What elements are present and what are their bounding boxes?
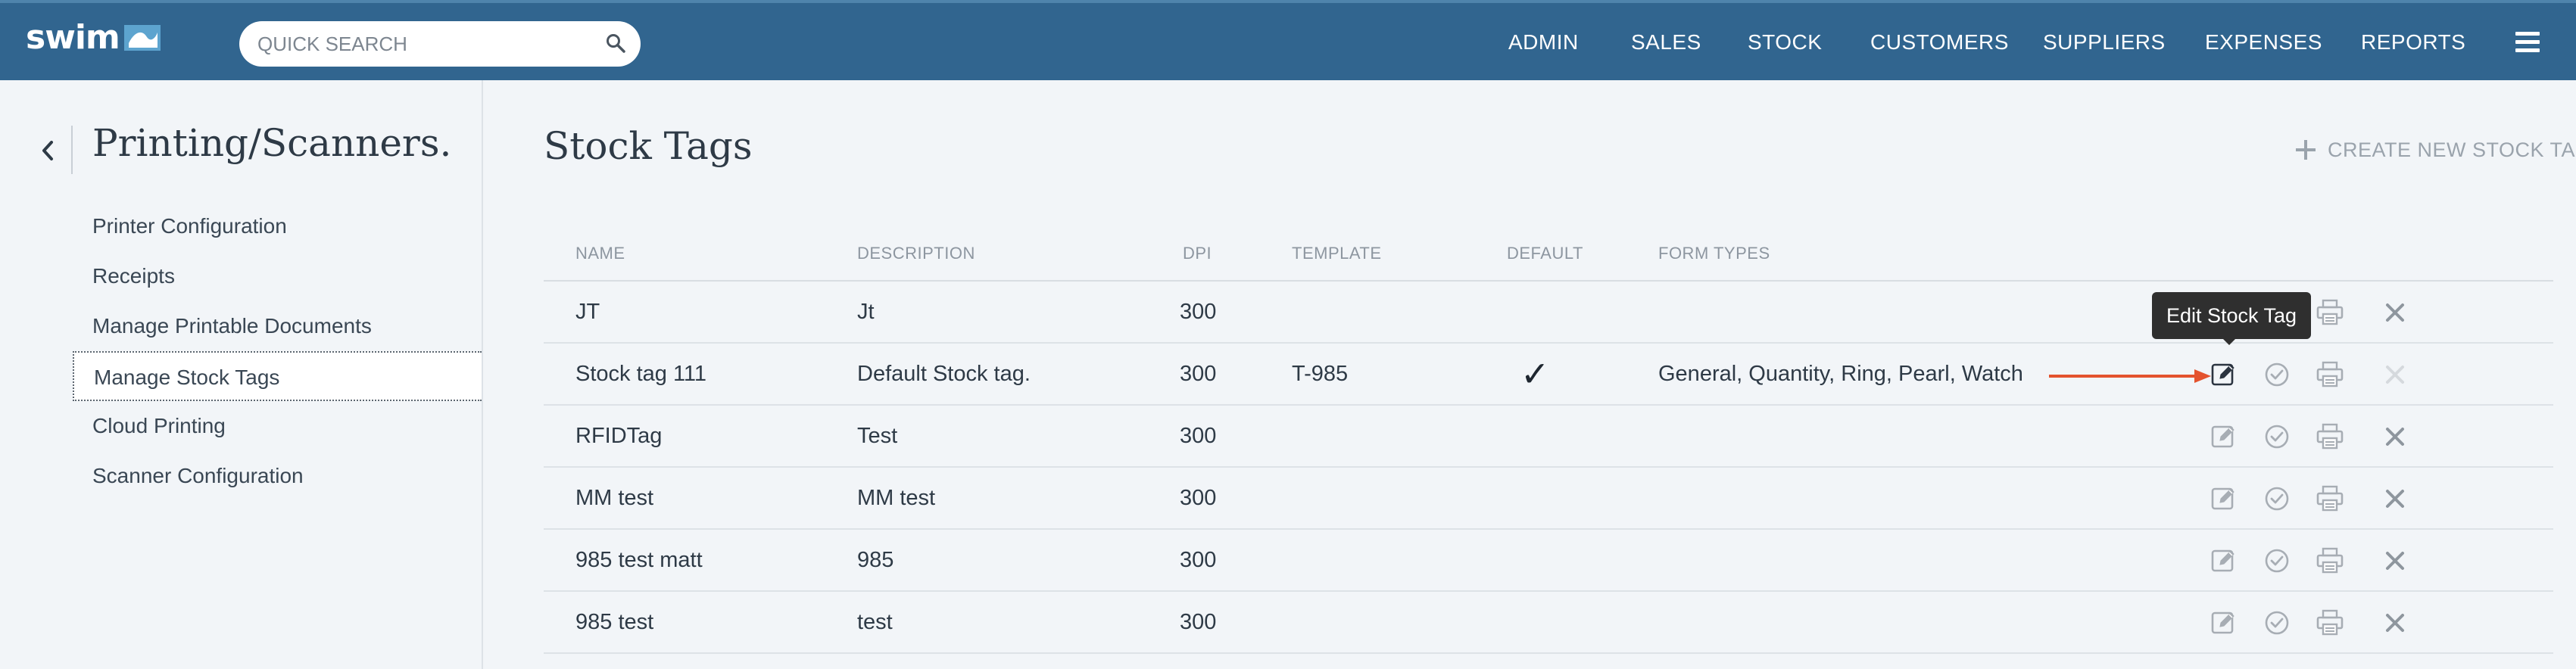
printer-icon[interactable]: [2316, 298, 2344, 327]
create-new-stock-tag-button[interactable]: CREATE NEW STOCK TAG: [2294, 135, 2576, 165]
edit-icon[interactable]: [2210, 546, 2238, 575]
cell-default: ✓: [1520, 353, 1550, 394]
check-circle-icon[interactable]: [2263, 546, 2291, 575]
printer-icon[interactable]: [2316, 360, 2344, 389]
cell-name: RFIDTag: [575, 424, 663, 448]
edit-icon[interactable]: [2210, 608, 2238, 637]
close-icon[interactable]: [2381, 608, 2409, 637]
plus-icon: [2296, 140, 2316, 160]
cell-name: JT: [575, 300, 600, 324]
sidebar-item-scanner-configuration[interactable]: Scanner Configuration: [73, 451, 482, 501]
page-title: Stock Tags: [544, 124, 753, 168]
swim-logo[interactable]: swim: [26, 18, 162, 57]
table-row[interactable]: MM test MM test 300: [544, 468, 2553, 530]
close-icon[interactable]: [2381, 360, 2409, 389]
top-navigation-bar: swim ADMIN SALES STOCK CUSTOMERS SUPPLIE…: [0, 0, 2576, 80]
printer-icon[interactable]: [2316, 484, 2344, 513]
edit-icon[interactable]: [2210, 360, 2238, 389]
cell-name: 985 test: [575, 610, 654, 634]
nav-reports[interactable]: REPORTS: [2361, 30, 2465, 54]
tooltip-pointer: [2222, 338, 2237, 345]
column-header-template[interactable]: TEMPLATE: [1292, 244, 1382, 263]
table-row[interactable]: RFIDTag Test 300: [544, 406, 2553, 468]
printer-icon[interactable]: [2316, 422, 2344, 451]
cell-template: T-985: [1292, 362, 1349, 386]
nav-admin[interactable]: ADMIN: [1508, 30, 1579, 54]
create-new-stock-tag-label: CREATE NEW STOCK TAG: [2328, 138, 2576, 161]
column-header-dpi[interactable]: DPI: [1183, 244, 1212, 263]
table-row[interactable]: 985 test matt 985 300: [544, 530, 2553, 592]
cell-dpi: 300: [1180, 548, 1217, 572]
column-header-name[interactable]: NAME: [575, 244, 625, 263]
printer-icon[interactable]: [2316, 608, 2344, 637]
check-circle-icon[interactable]: [2263, 484, 2291, 513]
cell-name: MM test: [575, 486, 654, 510]
nav-stock[interactable]: STOCK: [1748, 30, 1822, 54]
sidebar-title-divider: [71, 126, 73, 174]
close-icon[interactable]: [2381, 546, 2409, 575]
sidebar-item-receipts[interactable]: Receipts: [73, 251, 482, 301]
close-icon[interactable]: [2381, 422, 2409, 451]
column-header-form-types[interactable]: FORM TYPES: [1658, 244, 1770, 263]
quick-search-input[interactable]: [257, 21, 591, 67]
close-icon[interactable]: [2381, 298, 2409, 327]
edit-icon[interactable]: [2210, 484, 2238, 513]
cell-description: 985: [857, 548, 894, 572]
annotation-arrow-icon: [2049, 369, 2211, 383]
search-icon[interactable]: [604, 32, 627, 54]
cell-description: MM test: [857, 486, 936, 510]
cell-description: test: [857, 610, 893, 634]
logo-text: swim: [26, 18, 120, 57]
menu-hamburger-icon[interactable]: [2515, 32, 2540, 53]
row-divider: [544, 652, 2553, 654]
sidebar-item-manage-printable-documents[interactable]: Manage Printable Documents: [73, 301, 482, 351]
back-chevron-icon[interactable]: [35, 130, 61, 171]
column-header-default[interactable]: DEFAULT: [1507, 244, 1583, 263]
nav-suppliers[interactable]: SUPPLIERS: [2043, 30, 2166, 54]
table-row[interactable]: Stock tag 111 Default Stock tag. 300 T-985 ✓…: [544, 344, 2553, 406]
quick-search-box[interactable]: [239, 21, 641, 67]
sidebar-item-manage-stock-tags[interactable]: Manage Stock Tags: [73, 351, 482, 401]
settings-sidebar: Printing/Scanners. Printer Configuration…: [0, 80, 483, 669]
cell-name: 985 test matt: [575, 548, 703, 572]
table-row[interactable]: 985 test test 300: [544, 592, 2553, 654]
nav-sales[interactable]: SALES: [1631, 30, 1701, 54]
check-circle-icon[interactable]: [2263, 360, 2291, 389]
cell-dpi: 300: [1180, 424, 1217, 448]
nav-expenses[interactable]: EXPENSES: [2205, 30, 2322, 54]
cell-dpi: 300: [1180, 610, 1217, 634]
cell-dpi: 300: [1180, 486, 1217, 510]
nav-customers[interactable]: CUSTOMERS: [1870, 30, 2009, 54]
cell-dpi: 300: [1180, 300, 1217, 324]
cell-form-types: General, Quantity, Ring, Pearl, Watch: [1658, 362, 2023, 386]
check-circle-icon[interactable]: [2263, 422, 2291, 451]
cell-description: Jt: [857, 300, 875, 324]
cell-description: Test: [857, 424, 898, 448]
column-header-description[interactable]: DESCRIPTION: [857, 244, 975, 263]
sidebar-item-printer-configuration[interactable]: Printer Configuration: [73, 201, 482, 251]
check-circle-icon[interactable]: [2263, 608, 2291, 637]
cell-dpi: 300: [1180, 362, 1217, 386]
edit-stock-tag-tooltip: Edit Stock Tag: [2152, 292, 2311, 339]
sidebar-title: Printing/Scanners.: [92, 121, 452, 165]
logo-mark-icon: [123, 24, 161, 51]
printer-icon[interactable]: [2316, 546, 2344, 575]
edit-icon[interactable]: [2210, 422, 2238, 451]
sidebar-item-cloud-printing[interactable]: Cloud Printing: [73, 401, 482, 451]
close-icon[interactable]: [2381, 484, 2409, 513]
cell-description: Default Stock tag.: [857, 362, 1031, 386]
cell-name: Stock tag 111: [575, 362, 707, 386]
